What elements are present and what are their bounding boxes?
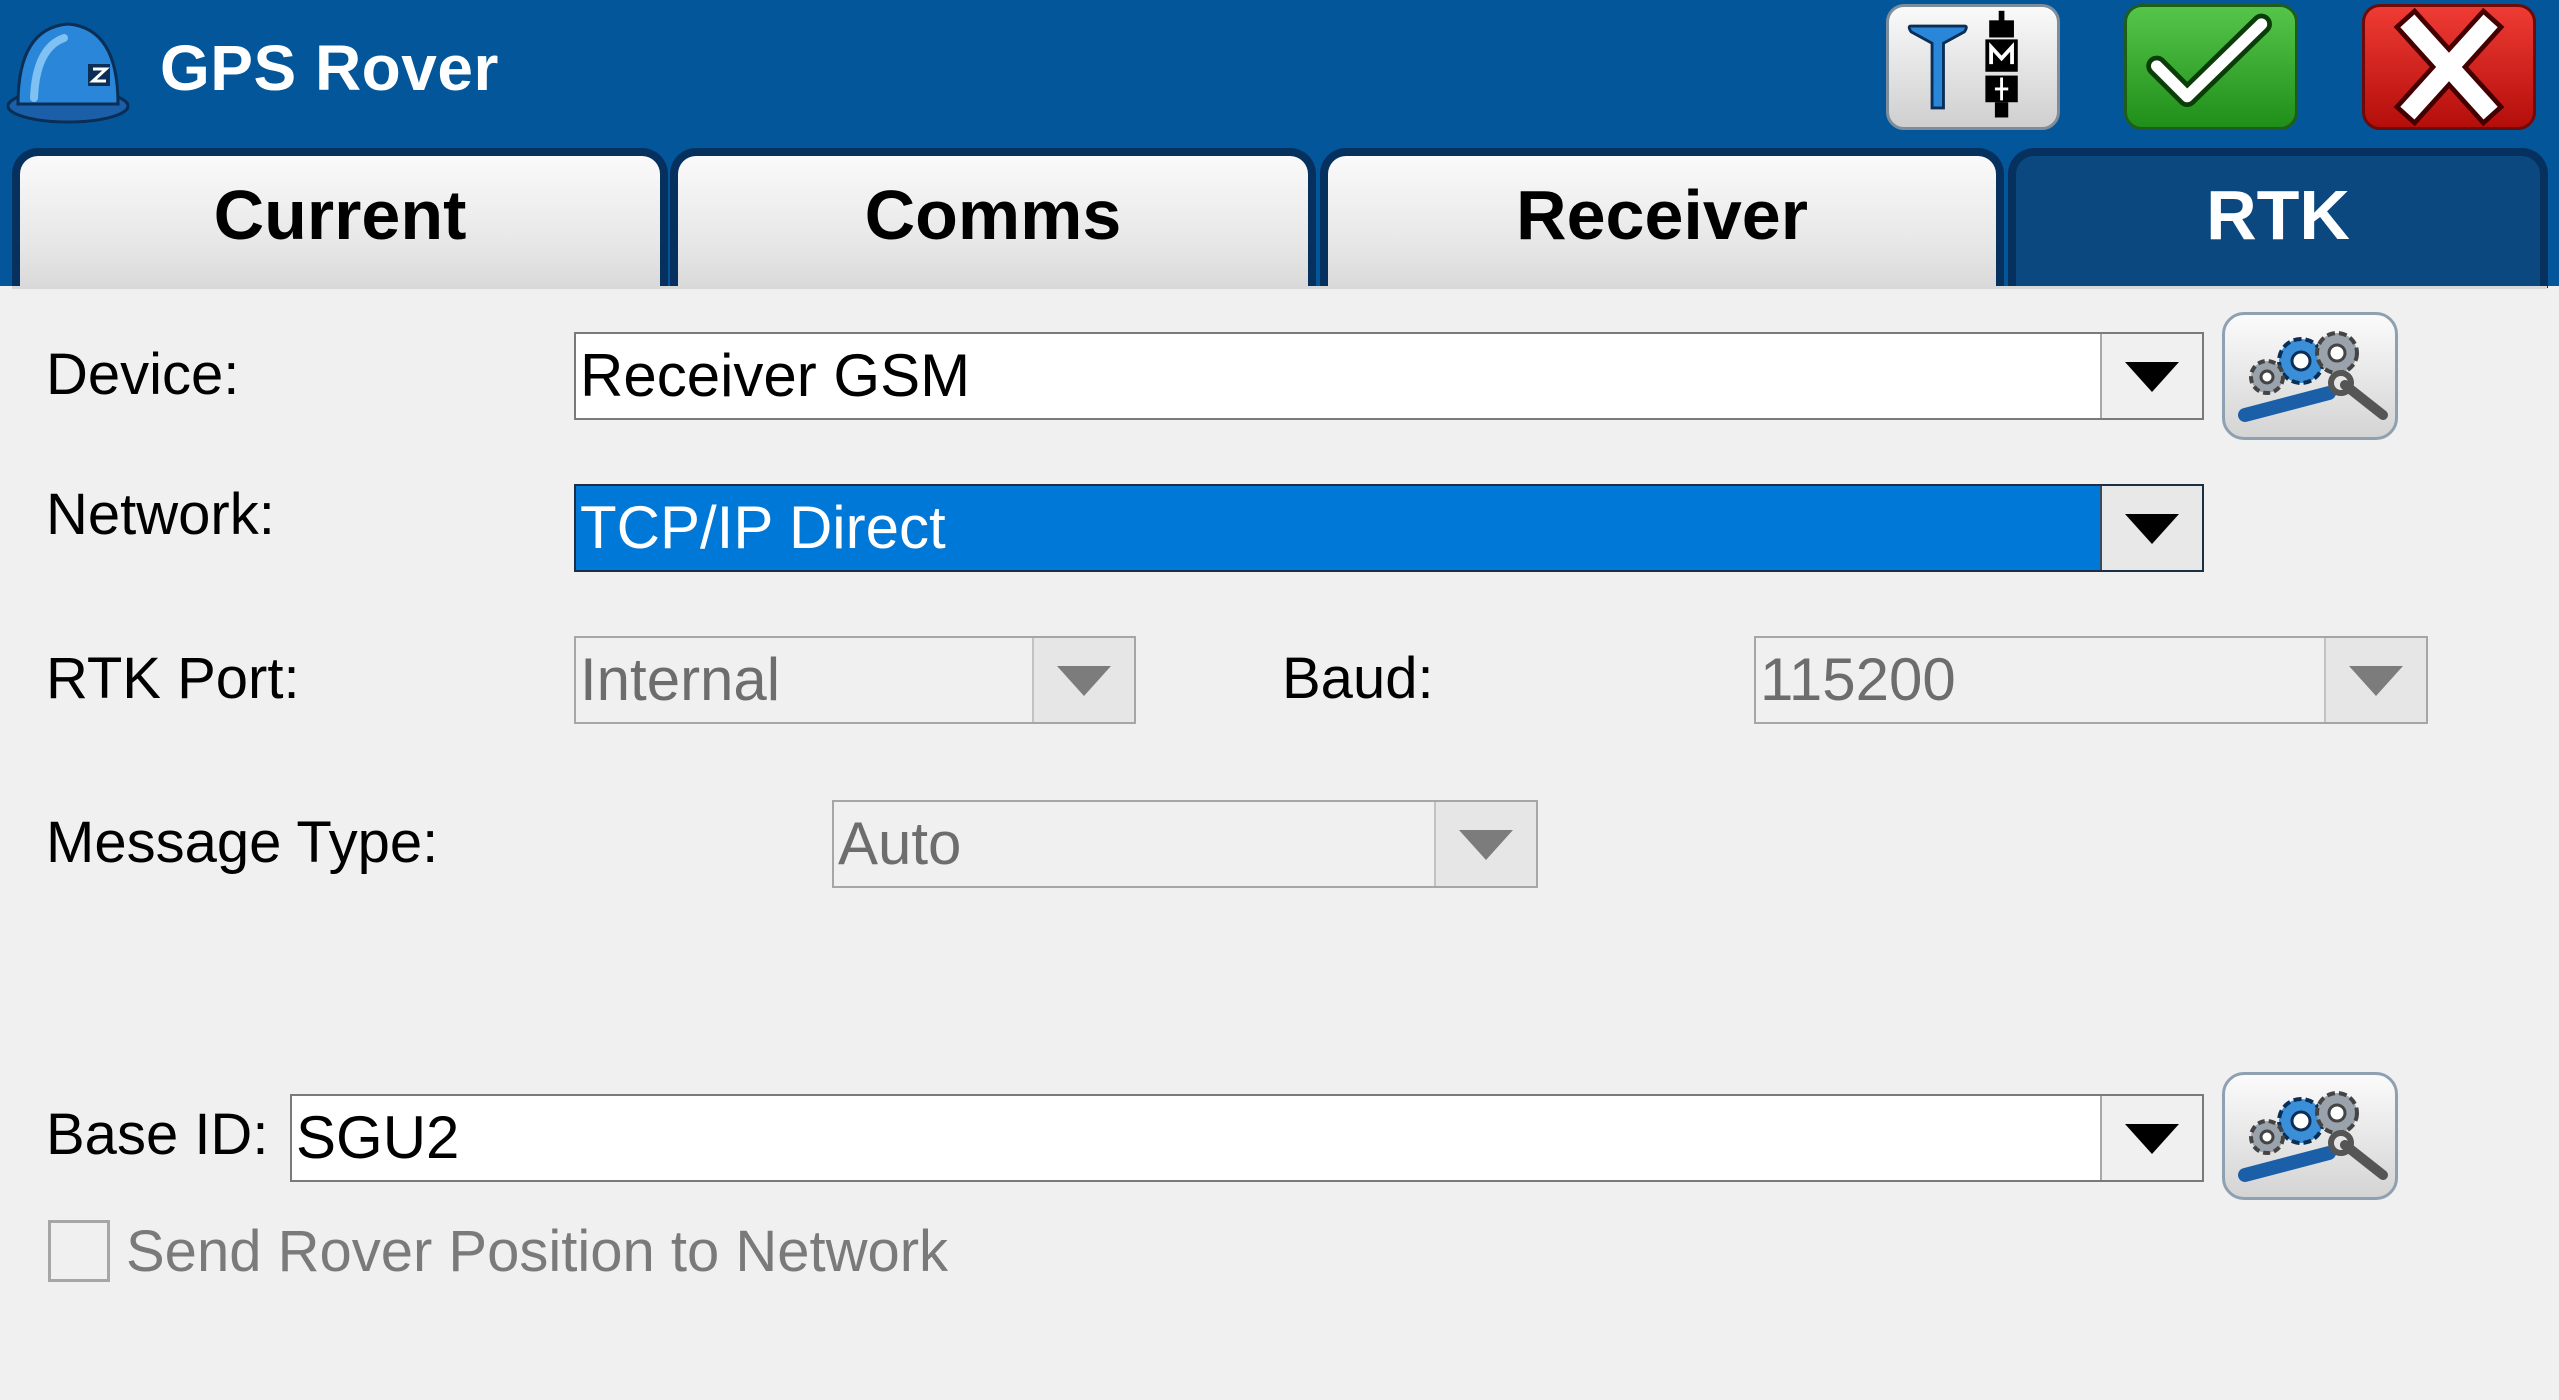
base-id-value: SGU2 [296,1104,460,1171]
network-dropdown-button[interactable] [2100,486,2202,570]
baud-label: Baud: [1282,646,1434,711]
tab-current[interactable]: Current [12,148,668,288]
gears-wrench-icon [2238,331,2388,422]
device-settings-button[interactable] [2222,312,2398,440]
hard-hat-icon [6,22,130,124]
message-type-label: Message Type: [46,810,439,875]
message-type-value: Auto [838,810,962,877]
checkmark-icon [2146,13,2272,107]
chevron-down-icon [2349,666,2403,696]
base-id-dropdown-button[interactable] [2100,1096,2202,1180]
accept-button[interactable] [2124,4,2298,130]
device-dropdown[interactable]: Receiver GSM [574,332,2204,420]
rtk-port-value: Internal [580,646,781,713]
cancel-button[interactable] [2362,4,2536,130]
tab-receiver[interactable]: Receiver [1320,148,2004,288]
device-value: Receiver GSM [580,342,971,409]
tab-strip: Current Comms Receiver RTK [0,140,2559,288]
rover-config-button[interactable] [1886,4,2060,130]
send-rover-position-label: Send Rover Position to Network [126,1219,949,1284]
message-type-dropdown-button[interactable] [1434,802,1536,886]
chevron-down-icon [1057,666,1111,696]
base-id-label: Base ID: [46,1102,269,1167]
gears-wrench-icon [2238,1091,2388,1182]
rover-config-icon [1907,10,2018,118]
network-dropdown[interactable]: TCP/IP Direct [574,484,2204,572]
tab-rtk[interactable]: RTK [2008,148,2548,288]
window-title: GPS Rover [160,32,499,104]
baud-dropdown[interactable]: 115200 [1754,636,2428,724]
send-rover-position-checkbox[interactable] [48,1220,110,1282]
chevron-down-icon [2125,514,2179,544]
chevron-down-icon [1459,830,1513,860]
message-type-dropdown[interactable]: Auto [832,800,1538,888]
chevron-down-icon [2125,362,2179,392]
rtk-port-dropdown-button[interactable] [1032,638,1134,722]
title-bar: GPS Rover [0,0,2559,140]
content-divider [12,286,2547,289]
tab-comms[interactable]: Comms [670,148,1316,288]
device-label: Device: [46,342,240,407]
rtk-port-dropdown[interactable]: Internal [574,636,1136,724]
base-id-dropdown[interactable]: SGU2 [290,1094,2204,1182]
chevron-down-icon [2125,1124,2179,1154]
rtk-port-label: RTK Port: [46,646,300,711]
base-id-settings-button[interactable] [2222,1072,2398,1200]
baud-dropdown-button[interactable] [2324,638,2426,722]
baud-value: 115200 [1760,646,1956,713]
network-label: Network: [46,482,275,547]
network-value: TCP/IP Direct [580,494,946,561]
device-dropdown-button[interactable] [2100,334,2202,418]
close-x-icon [2393,7,2505,127]
